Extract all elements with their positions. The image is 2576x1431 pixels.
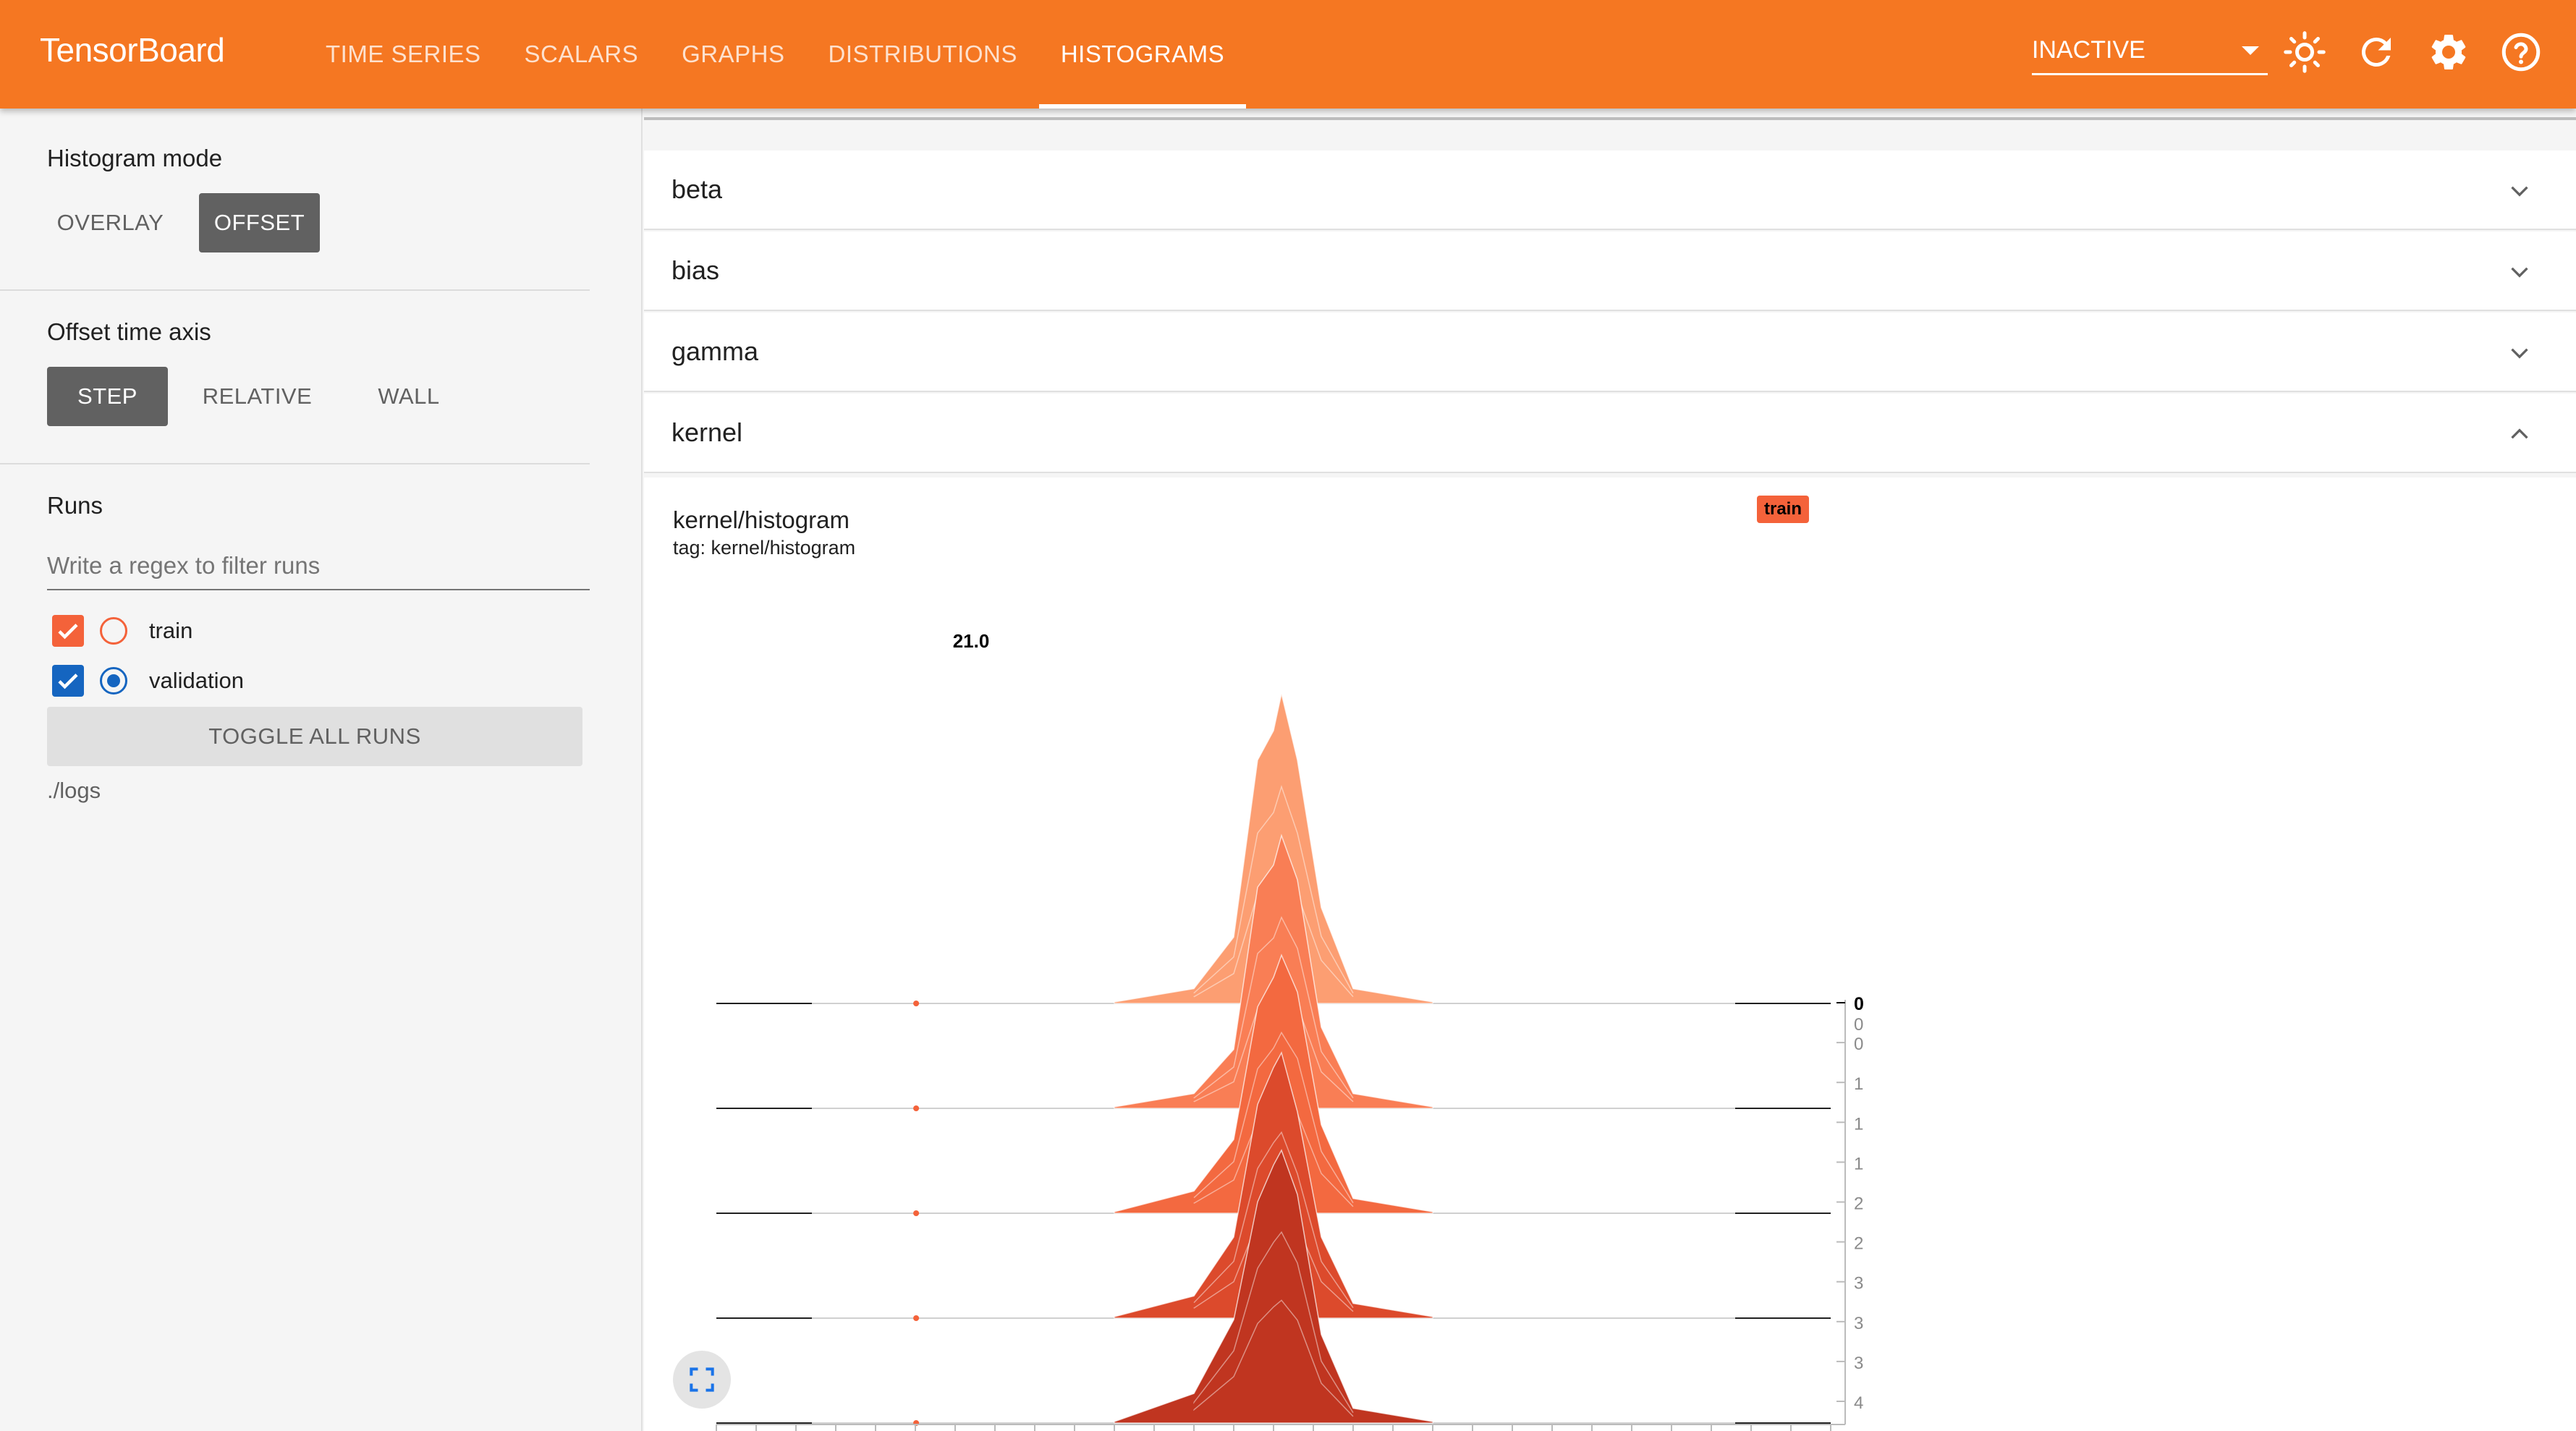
y-tick-label: 0: [1854, 1015, 1863, 1035]
divider: [644, 117, 2576, 120]
run-checkbox-validation[interactable]: [52, 665, 84, 697]
wall-button[interactable]: WALL: [355, 367, 463, 426]
tab-time-series[interactable]: TIME SERIES: [304, 0, 503, 109]
chevron-down-icon: [2511, 348, 2528, 359]
card-title-beta: beta: [671, 174, 723, 204]
hover-point: [913, 1001, 920, 1006]
y-tick-label: 2: [1854, 1234, 1863, 1254]
run-label-train: train: [149, 618, 193, 643]
tab-scalars[interactable]: SCALARS: [503, 0, 661, 109]
caret-down-icon: [2242, 46, 2259, 55]
chevron-up-icon: [2511, 428, 2528, 439]
main-content: beta bias gamma kernel -0.65-0.55-0.449-…: [644, 109, 2576, 1431]
inactive-select-label: INACTIVE: [2032, 36, 2145, 64]
tab-graphs[interactable]: GRAPHS: [660, 0, 806, 109]
y-tick-label: 3: [1854, 1354, 1863, 1373]
y-tick-label: 1: [1854, 1154, 1863, 1173]
hover-point: [913, 1210, 920, 1216]
y-tick-label: 3: [1854, 1274, 1863, 1294]
histogram-chart[interactable]: -0.65-0.55-0.449-0.35-0.25-0.15-0.050.05…: [644, 477, 2576, 1431]
app-title: TensorBoard: [40, 31, 225, 69]
fullscreen-button[interactable]: [673, 1351, 731, 1409]
y-tick-label-hover: 0: [1854, 994, 1864, 1014]
tab-distributions[interactable]: DISTRIBUTIONS: [806, 0, 1038, 109]
y-tick-label: 1: [1854, 1074, 1863, 1094]
y-tick-label: 1: [1854, 1114, 1863, 1134]
run-label-validation: validation: [149, 668, 244, 693]
run-filter-input[interactable]: Write a regex to filter runs: [47, 543, 590, 590]
run-row-validation: validation: [52, 663, 244, 699]
y-tick-label: 3: [1854, 1314, 1863, 1333]
card-title-kernel: kernel: [671, 417, 743, 447]
step-button[interactable]: STEP: [47, 367, 168, 426]
chevron-down-icon: [2511, 267, 2528, 278]
fullscreen-icon: [690, 1367, 714, 1392]
settings-icon[interactable]: [2427, 30, 2470, 74]
card-header-bias[interactable]: bias: [644, 232, 2576, 311]
runs-title: Runs: [47, 492, 103, 519]
divider: [0, 463, 590, 464]
histogram-step-4: [1114, 1149, 1433, 1424]
run-radio-validation[interactable]: [100, 667, 127, 695]
run-filter-placeholder: Write a regex to filter runs: [47, 552, 321, 579]
light-mode-icon[interactable]: [2283, 30, 2326, 74]
y-tick-label: 0: [1854, 1035, 1863, 1054]
run-checkbox-train[interactable]: [52, 615, 84, 647]
tab-histograms[interactable]: HISTOGRAMS: [1038, 0, 1247, 109]
run-radio-train[interactable]: [100, 617, 127, 645]
top-bar: TensorBoard TIME SERIES SCALARS GRAPHS D…: [0, 0, 2576, 109]
refresh-icon[interactable]: [2355, 30, 2398, 74]
hover-point: [913, 1105, 920, 1111]
card-header-beta[interactable]: beta: [644, 150, 2576, 230]
plugin-tabs: TIME SERIES SCALARS GRAPHS DISTRIBUTIONS…: [304, 0, 1247, 109]
card-header-kernel[interactable]: kernel: [644, 394, 2576, 473]
card-title-gamma: gamma: [671, 336, 759, 366]
offset-time-axis-title: Offset time axis: [47, 318, 211, 345]
y-tick-label: 4: [1854, 1393, 1863, 1413]
hover-point: [913, 1315, 920, 1321]
run-row-train: train: [52, 613, 192, 649]
sidebar: Histogram mode OVERLAY OFFSET Offset tim…: [0, 109, 643, 1431]
card-title-bias: bias: [671, 255, 720, 285]
offset-button[interactable]: OFFSET: [199, 193, 320, 252]
relative-button[interactable]: RELATIVE: [187, 367, 328, 426]
chart-tag: tag: kernel/histogram: [673, 537, 856, 559]
chart-title: kernel/histogram: [673, 506, 850, 533]
overlay-button[interactable]: OVERLAY: [47, 193, 174, 252]
histogram-panel: -0.65-0.55-0.449-0.35-0.25-0.15-0.050.05…: [644, 477, 2576, 1431]
inactive-plugin-select[interactable]: INACTIVE: [2032, 27, 2268, 75]
histogram-mode-title: Histogram mode: [47, 145, 223, 171]
run-badge: train: [1757, 496, 1810, 523]
y-tick-label: 2: [1854, 1194, 1863, 1214]
card-header-gamma[interactable]: gamma: [644, 313, 2576, 392]
help-icon[interactable]: [2499, 30, 2543, 74]
hover-count-label: 21.0: [953, 630, 990, 652]
chevron-down-icon: [2511, 186, 2528, 197]
divider: [0, 289, 590, 291]
logdir-label: ./logs: [47, 778, 101, 803]
toggle-all-runs-button[interactable]: TOGGLE ALL RUNS: [47, 707, 582, 766]
